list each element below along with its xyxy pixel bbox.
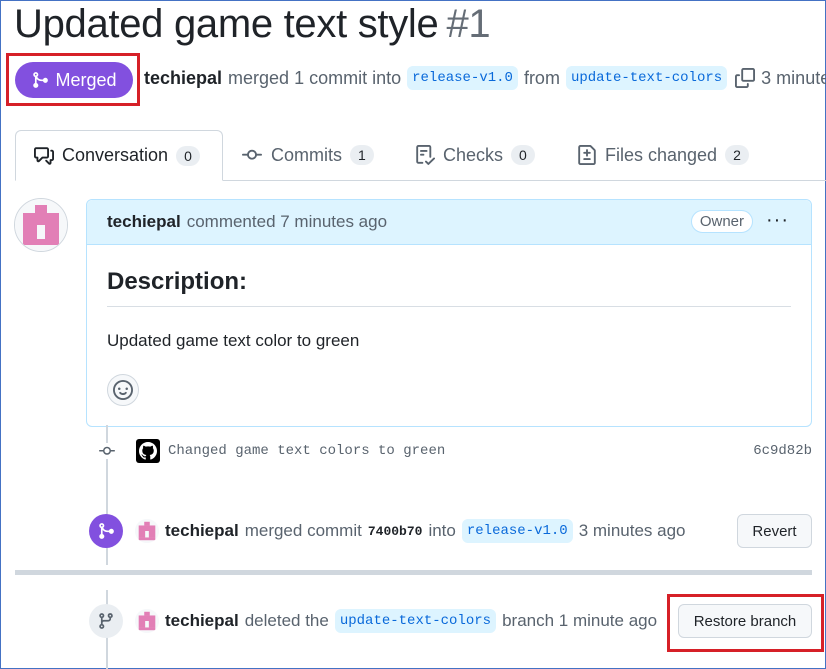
comment-author-link[interactable]: techiepal	[107, 212, 181, 232]
tab-conversation-count: 0	[176, 145, 200, 166]
tab-files-changed-count: 2	[725, 145, 749, 165]
kebab-menu-icon[interactable]: ···	[766, 209, 789, 232]
merge-event-author[interactable]: techiepal	[165, 521, 239, 541]
comment-heading: Description:	[107, 268, 248, 295]
comment-body: Updated game text color to green	[107, 331, 360, 350]
pr-author-link[interactable]: techiepal	[144, 68, 222, 89]
comment-header: techiepal commented 7 minutes ago Owner …	[87, 200, 811, 245]
tab-checks[interactable]: Checks 0	[415, 130, 535, 180]
author-avatar[interactable]	[14, 198, 68, 252]
merge-event-text2: into	[428, 521, 456, 540]
commit-message[interactable]: Changed game text colors to green	[168, 443, 445, 459]
merge-event-row: techiepal merged commit 7400b70 into rel…	[89, 513, 812, 549]
smiley-icon	[113, 380, 133, 400]
restore-branch-button[interactable]: Restore branch	[678, 604, 812, 638]
tab-commits-label: Commits	[271, 144, 342, 165]
pr-tabs: Conversation 0 Commits 1 Checks 0 Files …	[15, 130, 826, 181]
merge-event-text1: merged commit	[244, 521, 362, 540]
commit-row: Changed game text colors to green 6c9d82…	[96, 436, 812, 466]
comment-box: techiepal commented 7 minutes ago Owner …	[86, 199, 812, 427]
pr-meta-line: techiepal merged 1 commit into release-v…	[144, 66, 826, 90]
delete-event-avatar[interactable]	[135, 609, 159, 633]
merge-event-time[interactable]: 3 minutes ago	[579, 521, 686, 541]
base-branch-tag[interactable]: release-v1.0	[407, 66, 518, 90]
git-merge-icon	[33, 72, 49, 88]
tab-conversation[interactable]: Conversation 0	[15, 130, 223, 181]
git-branch-icon	[89, 604, 123, 638]
deleted-branch-tag[interactable]: update-text-colors	[334, 609, 497, 633]
tab-files-changed-label: Files changed	[605, 144, 718, 165]
merge-commit-sha[interactable]: 7400b70	[368, 524, 423, 539]
revert-button[interactable]: Revert	[737, 514, 812, 548]
pr-from-text: from	[523, 67, 560, 88]
commit-icon	[242, 149, 262, 160]
pr-title-text: Updated game text style	[14, 2, 439, 46]
tab-conversation-label: Conversation	[62, 145, 169, 165]
identicon-avatar	[15, 199, 67, 251]
pr-merged-text: merged 1 commit into	[228, 67, 402, 88]
delete-event-text2: branch 1 minute ago	[502, 611, 658, 630]
timeline-separator	[15, 570, 812, 575]
pr-time-text: 3 minutes a	[761, 67, 826, 88]
merge-event-branch[interactable]: release-v1.0	[461, 519, 573, 543]
checklist-icon	[416, 145, 435, 165]
pr-title: Updated game text style #1	[14, 2, 491, 47]
merge-event-avatar[interactable]	[135, 519, 159, 543]
tab-files-changed[interactable]: Files changed 2	[577, 130, 749, 180]
merged-status-badge: Merged	[15, 62, 133, 98]
delete-branch-event-row: techiepal deleted the update-text-colors…	[89, 603, 812, 639]
owner-badge: Owner	[690, 210, 753, 233]
delete-event-author[interactable]: techiepal	[165, 611, 239, 631]
git-merge-event-icon	[89, 514, 123, 548]
heading-divider	[107, 306, 791, 307]
delete-event-text1: deleted the	[244, 611, 329, 630]
commit-node-icon	[96, 443, 118, 459]
copy-icon[interactable]	[735, 68, 756, 88]
tab-checks-label: Checks	[443, 144, 504, 165]
pr-number: #1	[446, 2, 491, 46]
diff-icon	[578, 145, 596, 165]
commit-sha[interactable]: 6c9d82b	[753, 443, 812, 459]
merged-status-label: Merged	[55, 69, 117, 90]
tab-commits[interactable]: Commits 1	[241, 130, 374, 180]
add-reaction-button[interactable]	[107, 374, 139, 406]
tab-checks-count: 0	[511, 145, 535, 165]
github-logo-icon[interactable]	[136, 439, 160, 463]
tab-commits-count: 1	[350, 145, 374, 165]
comment-icon	[34, 146, 54, 165]
comment-meta[interactable]: commented 7 minutes ago	[187, 212, 387, 232]
head-branch-tag[interactable]: update-text-colors	[565, 66, 728, 90]
